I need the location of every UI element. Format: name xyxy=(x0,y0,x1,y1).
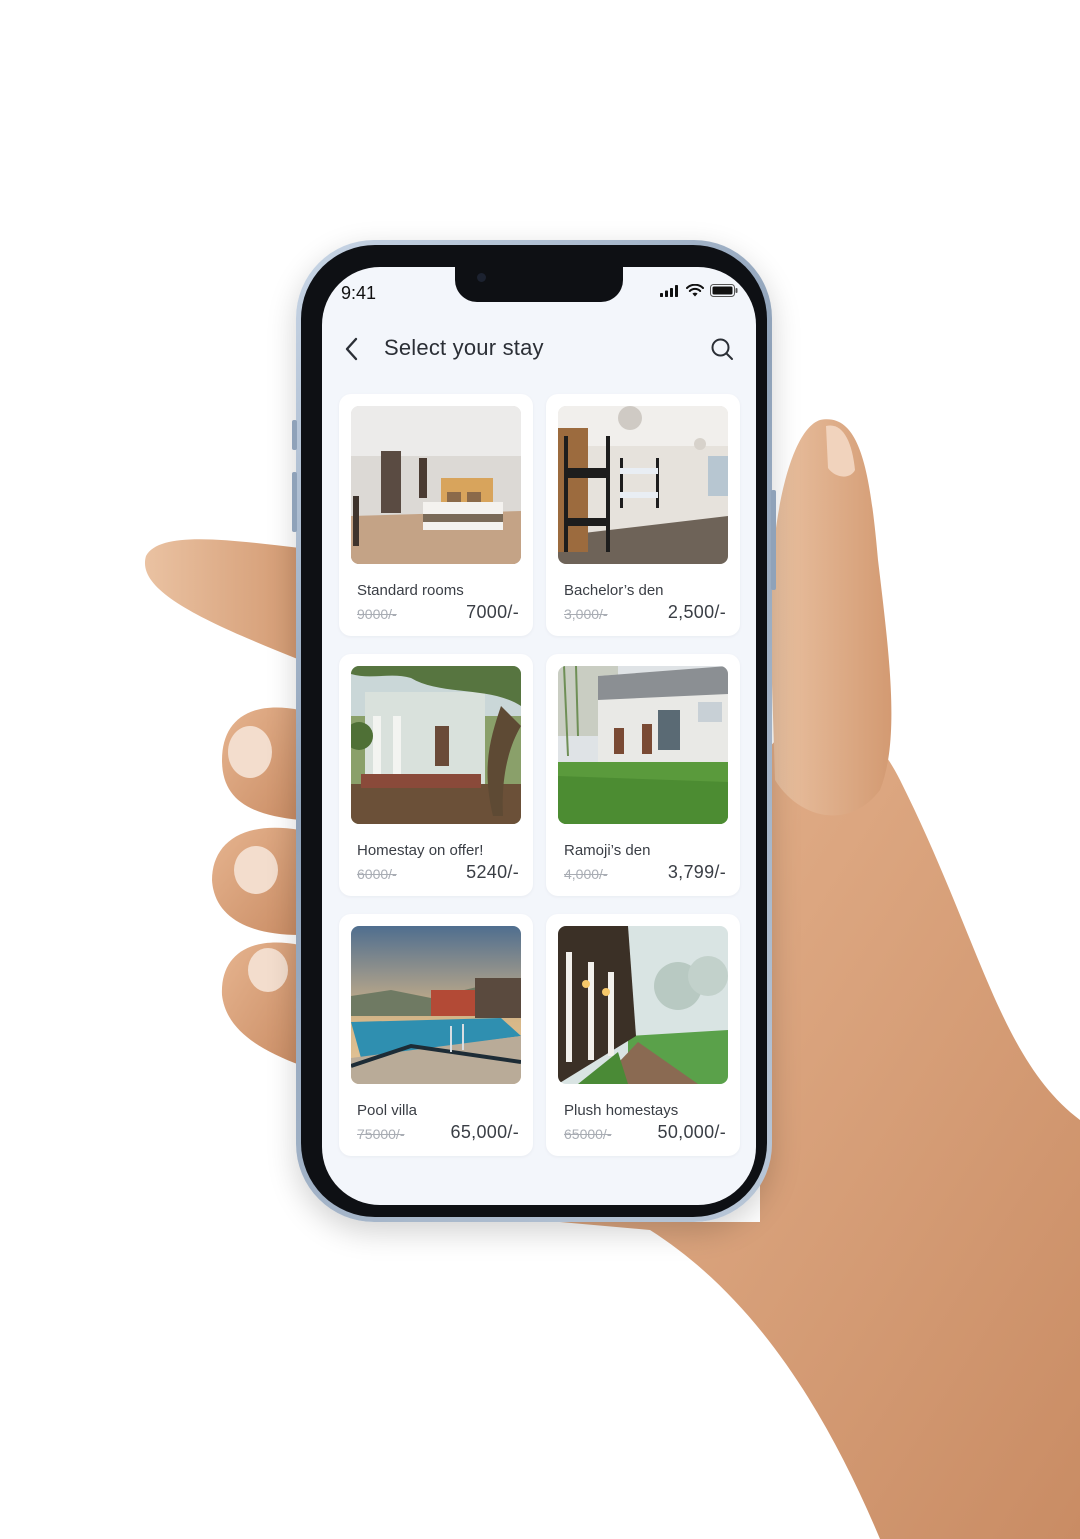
search-button[interactable] xyxy=(706,333,738,365)
search-icon xyxy=(711,338,733,360)
listing-card[interactable]: Homestay on offer! 6000/- 5240/- xyxy=(339,654,533,896)
listing-old-price: 75000/- xyxy=(357,1126,405,1142)
chevron-left-icon xyxy=(345,337,358,361)
front-camera xyxy=(477,273,486,282)
listing-price: 3,799/- xyxy=(667,862,726,882)
mockup-stage: 9:41 Select your stay Standard rooms 900… xyxy=(0,0,1080,1539)
listing-image xyxy=(558,926,728,1084)
listing-grid: Standard rooms 9000/- 7000/- Bachelor’s … xyxy=(339,394,741,1156)
listing-price: 7000/- xyxy=(466,602,519,622)
listing-name: Plush homestays xyxy=(564,1102,679,1119)
listing-name: Bachelor’s den xyxy=(564,582,664,599)
listing-image xyxy=(558,666,728,824)
status-time: 9:41 xyxy=(341,283,377,303)
power-button xyxy=(771,490,776,590)
listing-price: 65,000/- xyxy=(450,1122,519,1142)
battery-icon xyxy=(710,284,738,297)
misty-veranda-image xyxy=(558,926,728,1084)
listing-image xyxy=(351,406,521,564)
hotel-bedroom-image xyxy=(351,406,521,564)
listing-name: Standard rooms xyxy=(357,582,464,599)
listing-card[interactable]: Ramoji’s den 4,000/- 3,799/- xyxy=(546,654,740,896)
listing-old-price: 65000/- xyxy=(564,1126,612,1142)
listing-price: 2,500/- xyxy=(667,602,726,622)
listing-price: 5240/- xyxy=(466,862,519,882)
listing-card[interactable]: Pool villa 75000/- 65,000/- xyxy=(339,914,533,1156)
listing-price: 50,000/- xyxy=(657,1122,726,1142)
cellular-signal-icon xyxy=(660,284,678,297)
app-screen: 9:41 Select your stay Standard rooms 900… xyxy=(322,267,756,1205)
listing-old-price: 3,000/- xyxy=(564,606,608,622)
colonial-house-tree-image xyxy=(351,666,521,824)
volume-button xyxy=(292,472,297,532)
volume-button xyxy=(292,420,297,450)
listing-image xyxy=(558,406,728,564)
listing-old-price: 4,000/- xyxy=(564,866,608,882)
notch xyxy=(455,267,623,302)
phone-bezel: 9:41 Select your stay Standard rooms 900… xyxy=(301,245,767,1217)
listing-name: Ramoji’s den xyxy=(564,842,651,859)
back-button[interactable] xyxy=(340,333,364,365)
listing-name: Pool villa xyxy=(357,1102,418,1119)
listing-image xyxy=(351,926,521,1084)
courtyard-lawn-image xyxy=(558,666,728,824)
phone-frame: 9:41 Select your stay Standard rooms 900… xyxy=(292,240,776,1222)
status-icons xyxy=(660,284,738,297)
bunk-bed-dorm-image xyxy=(558,406,728,564)
listing-image xyxy=(351,666,521,824)
app-header: Select your stay xyxy=(322,329,756,369)
pool-sunset-image xyxy=(351,926,521,1084)
listing-old-price: 6000/- xyxy=(357,866,397,882)
listing-card[interactable]: Plush homestays 65000/- 50,000/- xyxy=(546,914,740,1156)
listing-card[interactable]: Bachelor’s den 3,000/- 2,500/- xyxy=(546,394,740,636)
listing-name: Homestay on offer! xyxy=(357,842,484,859)
listing-card[interactable]: Standard rooms 9000/- 7000/- xyxy=(339,394,533,636)
page-title: Select your stay xyxy=(384,335,544,360)
listing-old-price: 9000/- xyxy=(357,606,397,622)
wifi-icon xyxy=(686,284,704,297)
